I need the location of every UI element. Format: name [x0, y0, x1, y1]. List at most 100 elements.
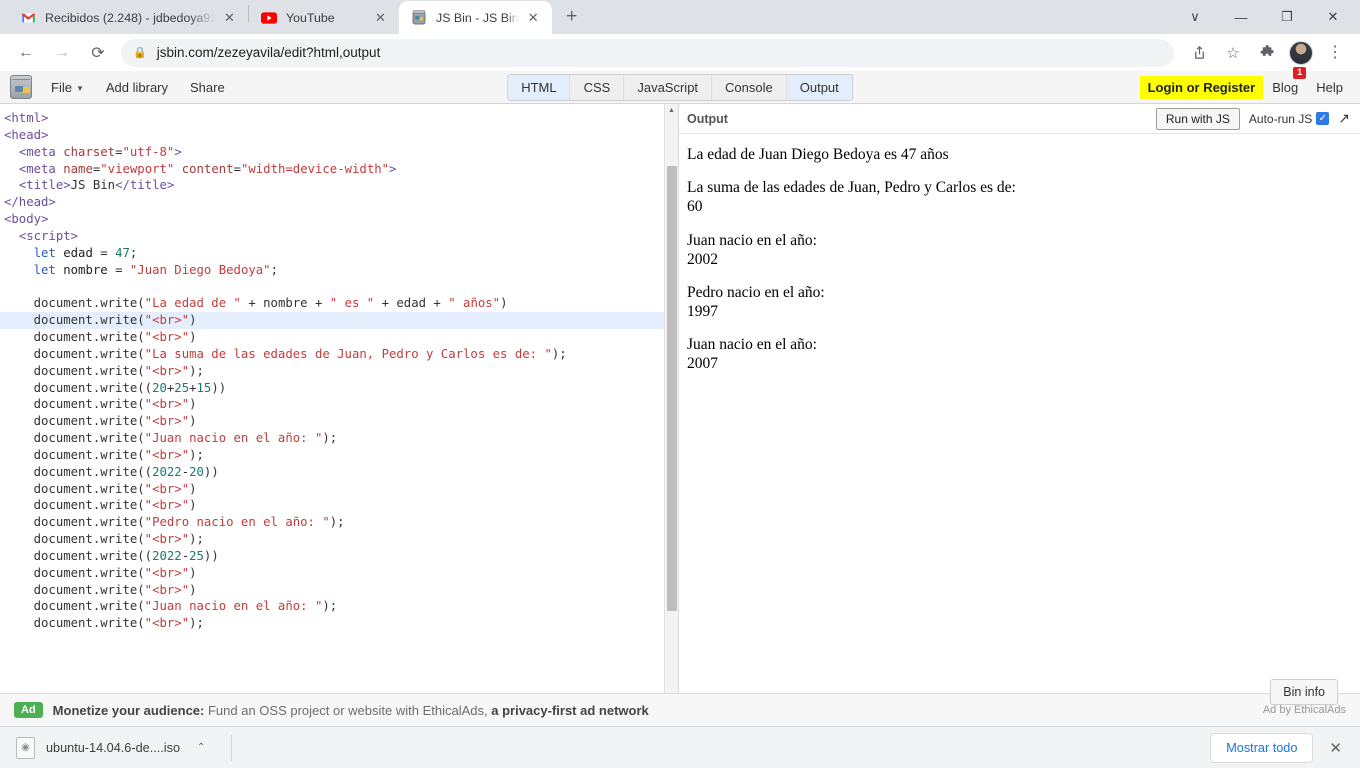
code-token: "<br>" [144, 447, 190, 462]
reload-icon[interactable]: ⟳ [83, 38, 113, 68]
code-line[interactable]: document.write("<br>") [0, 582, 678, 599]
share-icon[interactable] [1185, 39, 1213, 67]
new-tab-button[interactable]: + [558, 3, 586, 31]
code-token: 20 [189, 464, 204, 479]
bookmark-star-icon[interactable]: ☆ [1219, 39, 1247, 67]
code-line[interactable]: document.write("<br>"); [0, 531, 678, 548]
back-icon[interactable]: ← [11, 38, 41, 68]
download-item[interactable]: ◉ ubuntu-14.04.6-de....iso ⌃ [12, 733, 215, 763]
code-line[interactable]: </head> [0, 194, 678, 211]
tab-css[interactable]: CSS [570, 74, 625, 100]
chevron-up-icon[interactable]: ⌃ [197, 742, 205, 753]
help-link[interactable]: Help [1307, 76, 1352, 99]
code-line[interactable]: document.write((20+25+15)) [0, 380, 678, 397]
open-in-new-window-icon[interactable]: ↗ [1338, 110, 1350, 127]
run-with-js-button[interactable]: Run with JS [1155, 107, 1240, 130]
code-line[interactable]: document.write("La edad de " + nombre + … [0, 295, 678, 312]
code-line[interactable]: document.write((2022-25)) [0, 548, 678, 565]
close-window-button[interactable]: ✕ [1310, 1, 1356, 33]
code-line[interactable]: document.write("<br>"); [0, 447, 678, 464]
output-line: Pedro nacio en el año: 1997 [687, 284, 825, 320]
close-icon[interactable]: ✕ [221, 9, 238, 26]
code-token: document.write(( [4, 380, 153, 395]
code-line[interactable]: <meta charset="utf-8"> [0, 144, 678, 161]
code-token: document.write( [4, 515, 145, 530]
forward-icon[interactable]: → [47, 38, 77, 68]
code-line[interactable]: document.write("<br>") [0, 413, 678, 430]
browser-tab-gmail[interactable]: Recibidos (2.248) - jdbedoya928@ ✕ [8, 1, 248, 34]
browser-tab-jsbin[interactable]: JS Bin - JS Bin ✕ [399, 1, 552, 34]
code-token: 25 [174, 380, 190, 395]
code-token: - [181, 464, 190, 479]
code-line[interactable]: document.write("<br>") [0, 565, 678, 582]
code-line[interactable]: document.write("<br>") [0, 329, 678, 346]
chrome-more-icon[interactable]: ∨ [1172, 1, 1218, 33]
extensions-puzzle-icon[interactable] [1253, 39, 1281, 67]
code-line[interactable]: <meta name="viewport" content="width=dev… [0, 161, 678, 178]
code-token: "<br>" [144, 532, 190, 547]
address-bar[interactable]: 🔒 jsbin.com/zezeyavila/edit?html,output [121, 38, 1174, 67]
chrome-menu-icon[interactable]: ⋮ [1321, 39, 1349, 67]
menu-share[interactable]: Share [181, 75, 234, 100]
close-shelf-icon[interactable]: ✕ [1323, 739, 1348, 757]
code-line[interactable]: document.write((2022-20)) [0, 464, 678, 481]
close-icon[interactable]: ✕ [372, 9, 389, 26]
code-token: document.write( [4, 616, 145, 631]
menu-file[interactable]: File ▼ [42, 75, 93, 100]
code-line[interactable]: let nombre = "Juan Diego Bedoya"; [0, 262, 678, 279]
code-line[interactable] [0, 278, 678, 295]
jsbin-toolbar: File ▼ Add library Share HTML CSS JavaScr… [0, 66, 1360, 104]
code-token: = [92, 245, 116, 260]
code-line[interactable]: let edad = 47; [0, 245, 678, 262]
minimize-button[interactable]: — [1218, 1, 1264, 33]
editor-scrollbar[interactable]: ▲ [664, 104, 678, 693]
output-line: Juan nacio en el año: 2007 [687, 336, 817, 373]
code-line[interactable]: <html> [0, 110, 678, 127]
code-token: = [233, 161, 241, 176]
browser-tab-youtube[interactable]: YouTube ✕ [249, 1, 399, 34]
code-line[interactable]: <head> [0, 127, 678, 144]
code-token: "<br>" [144, 329, 190, 344]
login-or-register-button[interactable]: Login or Register [1139, 75, 1264, 99]
auto-run-checkbox[interactable]: ✓ [1316, 111, 1330, 125]
profile-avatar[interactable] [1289, 40, 1313, 65]
code-token: )) [203, 548, 219, 563]
code-line[interactable]: document.write("<br>") [0, 481, 678, 498]
ad-banner[interactable]: Ad Monetize your audience: Fund an OSS p… [0, 693, 1360, 726]
scroll-up-icon[interactable]: ▲ [665, 104, 678, 117]
bin-info-button[interactable]: Bin info [1270, 679, 1338, 705]
tab-console[interactable]: Console [712, 74, 787, 100]
show-all-downloads-button[interactable]: Mostrar todo [1210, 732, 1314, 763]
code-line[interactable]: document.write("Juan nacio en el año: ")… [0, 598, 678, 615]
code-line[interactable]: <title>JS Bin</title> [0, 177, 678, 194]
code-editor[interactable]: <html> <head> <meta charset="utf-8"> <met… [0, 104, 678, 632]
tab-html[interactable]: HTML [508, 74, 571, 100]
code-line[interactable]: document.write("Juan nacio en el año: ")… [0, 430, 678, 447]
code-line[interactable]: document.write("<br>") [0, 396, 678, 413]
code-line[interactable]: document.write("Pedro nacio en el año: "… [0, 514, 678, 531]
code-line[interactable]: document.write("<br>") [0, 312, 678, 329]
code-line[interactable]: <script> [0, 228, 678, 245]
scrollbar-thumb[interactable] [667, 166, 677, 611]
html-editor-pane[interactable]: <html> <head> <meta charset="utf-8"> <met… [0, 104, 679, 693]
code-token: ); [189, 616, 204, 631]
code-token: "Pedro nacio en el año: " [144, 515, 330, 530]
ad-text[interactable]: Monetize your audience: Fund an OSS proj… [53, 703, 649, 718]
code-line[interactable]: document.write("<br>") [0, 497, 678, 514]
close-icon[interactable]: ✕ [525, 9, 542, 26]
menu-add-library[interactable]: Add library [97, 75, 177, 100]
jsbin-app: File ▼ Add library Share HTML CSS JavaScr… [0, 66, 1360, 726]
code-token: ) [189, 414, 197, 429]
code-line[interactable]: document.write("La suma de las edades de… [0, 346, 678, 363]
code-line[interactable]: document.write("<br>"); [0, 363, 678, 380]
code-token: document.write( [4, 296, 145, 311]
code-line[interactable]: document.write("<br>"); [0, 615, 678, 632]
code-token: 20 [152, 380, 167, 395]
code-token: "<br>" [144, 616, 190, 631]
tab-javascript[interactable]: JavaScript [624, 74, 713, 100]
maximize-button[interactable]: ❐ [1264, 1, 1310, 33]
code-line[interactable]: <body> [0, 211, 678, 228]
tab-output[interactable]: Output [786, 74, 852, 100]
auto-run-toggle[interactable]: Auto-run JS ✓ [1249, 110, 1330, 128]
blog-link[interactable]: Blog 1 [1263, 66, 1307, 99]
